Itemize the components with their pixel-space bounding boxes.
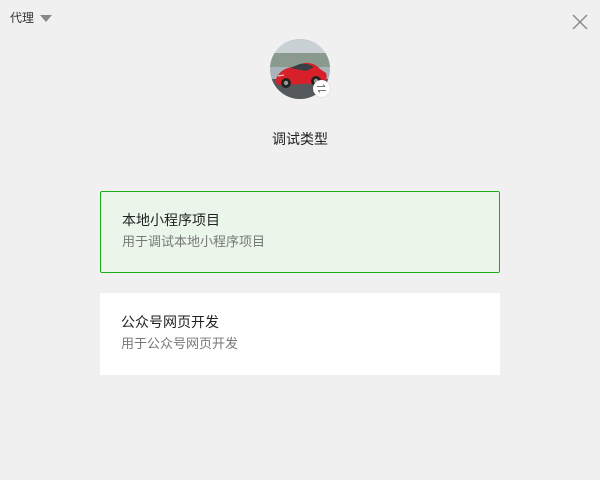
avatar-container: [270, 39, 330, 99]
option-card-official-account-web[interactable]: 公众号网页开发 用于公众号网页开发: [100, 293, 500, 375]
section-title: 调试类型: [272, 132, 328, 148]
option-description: 用于公众号网页开发: [121, 337, 239, 352]
close-icon: [572, 14, 588, 30]
option-description: 用于调试本地小程序项目: [122, 235, 266, 250]
option-card-local-miniprogram[interactable]: 本地小程序项目 用于调试本地小程序项目: [100, 191, 500, 273]
option-title: 公众号网页开发: [121, 315, 219, 331]
close-button[interactable]: [569, 11, 591, 33]
proxy-dropdown[interactable]: 代理: [10, 9, 53, 27]
option-title: 本地小程序项目: [122, 213, 220, 229]
caret-down-icon: [40, 15, 53, 22]
swap-arrows-icon: [317, 84, 326, 93]
proxy-label: 代理: [10, 11, 35, 25]
switch-account-button[interactable]: [313, 80, 330, 97]
